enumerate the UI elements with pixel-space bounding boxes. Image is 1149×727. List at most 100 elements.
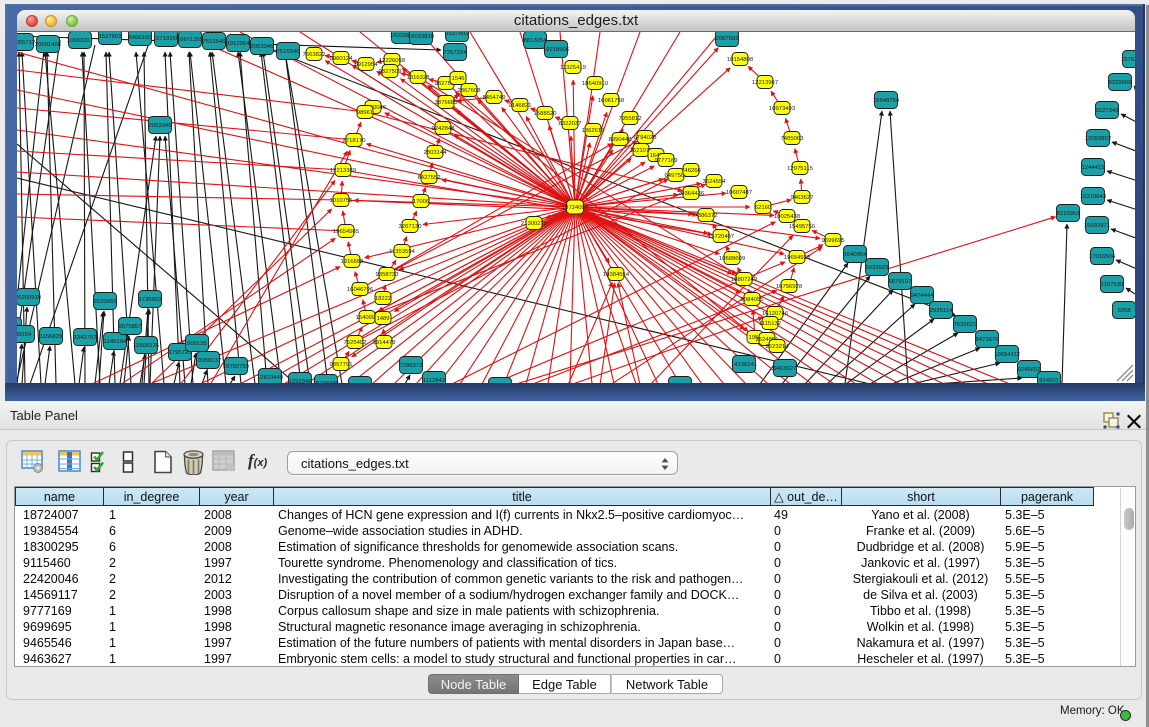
svg-text:8471676: 8471676 [976,337,1000,343]
svg-text:19218506: 19218506 [543,47,570,53]
svg-text:12823448: 12823448 [257,375,284,381]
svg-text:12213389: 12213389 [330,168,356,174]
svg-text:2523214: 2523214 [766,344,790,350]
svg-text:9242848: 9242848 [432,126,456,132]
svg-text:16046796: 16046796 [347,287,374,293]
svg-text:9975857: 9975857 [119,324,142,330]
svg-text:9358733: 9358733 [376,272,400,278]
svg-text:1527602: 1527602 [446,32,469,37]
svg-text:8322037: 8322037 [559,121,582,127]
svg-text:1115132: 1115132 [759,321,781,327]
svg-text:1292346: 1292346 [289,379,313,383]
svg-text:12213967: 12213967 [752,80,778,86]
svg-text:2718170: 2718170 [343,138,367,144]
svg-text:1362615: 1362615 [582,128,606,134]
svg-text:62160: 62160 [755,205,772,211]
svg-text:12975115: 12975115 [787,166,813,172]
svg-text:1916682: 1916682 [341,259,364,265]
svg-text:1167530: 1167530 [1101,282,1124,288]
svg-text:7485063: 7485063 [781,136,805,142]
svg-text:1156829: 1156829 [40,334,63,340]
svg-text:8215953: 8215953 [1057,211,1081,217]
svg-text:10154808: 10154808 [727,57,754,63]
svg-text:8454749: 8454749 [483,95,506,101]
svg-text:1527602: 1527602 [99,34,122,40]
svg-text:21300275: 21300275 [521,221,548,227]
svg-text:9777169: 9777169 [655,158,678,164]
svg-text:26260910: 26260910 [17,295,42,301]
svg-text:7632621: 7632621 [954,322,977,328]
svg-text:8427552: 8427552 [418,175,441,181]
svg-text:14055712: 14055712 [17,40,35,46]
svg-text:10654112: 10654112 [994,352,1020,358]
svg-text:1244415: 1244415 [1082,165,1106,171]
svg-text:8990448: 8990448 [609,137,633,143]
svg-text:505135: 505135 [187,341,207,347]
svg-text:11325419: 11325419 [560,65,586,71]
svg-text:1546: 1546 [451,76,465,82]
svg-text:9827509: 9827509 [379,69,402,75]
svg-text:12093852: 12093852 [1085,136,1111,142]
svg-text:2342757: 2342757 [74,335,97,341]
svg-text:3267130: 3267130 [399,224,423,230]
svg-text:7357224: 7357224 [444,50,468,56]
svg-text:9084055: 9084055 [741,297,765,303]
svg-text:7286372: 7286372 [400,363,423,369]
svg-text:9258: 9258 [1117,308,1131,314]
svg-text:20691406: 20691406 [35,42,62,48]
svg-text:1735993: 1735993 [139,297,163,303]
svg-text:7386372: 7386372 [695,213,718,219]
svg-text:3875685: 3875685 [435,100,459,106]
svg-text:19654985: 19654985 [333,229,360,235]
svg-text:18640910: 18640910 [582,81,609,87]
svg-text:16671355: 16671355 [177,37,204,43]
svg-text:15720407: 15720407 [708,234,734,240]
svg-text:6794028: 6794028 [634,135,658,141]
svg-text:16210643: 16210643 [1080,194,1107,200]
svg-text:16033810: 16033810 [408,34,435,40]
svg-text:9329966: 9329966 [1109,80,1133,86]
svg-text:2053346: 2053346 [149,123,173,129]
svg-text:1145194: 1145194 [104,339,127,345]
svg-text:1640954: 1640954 [844,252,868,258]
svg-text:6879197: 6879197 [889,279,912,285]
svg-text:18724007: 18724007 [562,205,588,211]
svg-text:10756928: 10756928 [776,284,803,290]
svg-text:12505135: 12505135 [133,343,160,349]
svg-text:20364436: 20364436 [678,191,705,197]
svg-text:10607487: 10607487 [726,190,752,196]
svg-text:1010755: 1010755 [330,198,354,204]
svg-text:1588520: 1588520 [534,111,558,117]
svg-text:2087682: 2087682 [716,36,739,42]
svg-text:7515546: 7515546 [203,39,227,45]
svg-text:10958137: 10958137 [195,358,221,364]
svg-text:39154: 39154 [17,332,32,338]
svg-text:18807249: 18807249 [731,277,757,283]
svg-text:1816328: 1816328 [407,75,431,81]
svg-text:15495756: 15495756 [789,224,816,230]
svg-text:8960124: 8960124 [330,56,354,62]
svg-text:9146821: 9146821 [509,103,532,109]
svg-text:7663822: 7663822 [303,52,326,58]
svg-text:2867608: 2867608 [458,88,482,94]
svg-text:9227349: 9227349 [1096,108,1119,114]
svg-text:14136141: 14136141 [731,362,757,368]
svg-text:15692971: 15692971 [1084,223,1110,229]
svg-text:2020655: 2020655 [94,299,118,305]
svg-text:16648784: 16648784 [873,98,900,104]
svg-text:9699695: 9699695 [822,238,846,244]
svg-text:9463627: 9463627 [791,195,814,201]
svg-text:19654923: 19654923 [784,255,811,261]
svg-text:2053346: 2053346 [251,44,275,50]
svg-text:1112842: 1112842 [423,378,445,383]
svg-text:9474444: 9474444 [911,293,935,299]
svg-text:7625402: 7625402 [344,340,367,346]
svg-text:8813054: 8813054 [524,38,548,44]
svg-text:1912954: 1912954 [227,41,251,47]
svg-text:15751074: 15751074 [1121,57,1135,63]
svg-text:7515546: 7515546 [277,49,301,55]
svg-text:3624554: 3624554 [703,179,727,185]
svg-text:18222: 18222 [375,296,391,302]
svg-text:10653267: 10653267 [67,38,93,44]
svg-text:16961758: 16961758 [598,98,625,104]
